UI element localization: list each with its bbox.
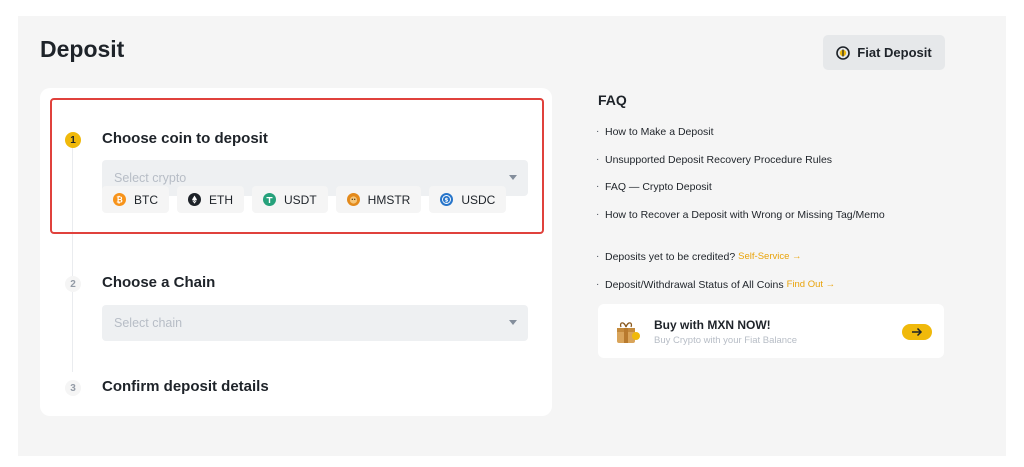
caret-down-icon bbox=[509, 175, 517, 180]
coin-chip-usdt[interactable]: USDT bbox=[252, 186, 328, 213]
bullet-dot: · bbox=[596, 181, 600, 192]
coin-symbol: USDC bbox=[461, 192, 496, 207]
fiat-deposit-label: Fiat Deposit bbox=[857, 45, 932, 60]
bullet-dot: · bbox=[596, 153, 600, 165]
coin-symbol: HMSTR bbox=[367, 192, 411, 207]
faq-item-text: How to Recover a Deposit with Wrong or M… bbox=[605, 208, 885, 221]
deposit-status-links: · Deposits yet to be credited? Self-Serv… bbox=[596, 251, 835, 306]
promo-arrow-button[interactable] bbox=[902, 324, 932, 340]
usdt-icon bbox=[263, 193, 276, 206]
step-number-2: 2 bbox=[65, 276, 81, 292]
coin-quick-select: ₿ BTC ETH USDT HMSTR $ USDC bbox=[102, 186, 507, 213]
bullet-dot: · bbox=[596, 278, 600, 290]
step-number-3: 3 bbox=[65, 380, 81, 396]
usdc-icon: $ bbox=[440, 193, 454, 206]
pending-deposits-row: · Deposits yet to be credited? Self-Serv… bbox=[596, 251, 835, 279]
faq-list: · How to Make a Deposit · Unsupported Depo… bbox=[596, 126, 885, 236]
page-title: Deposit bbox=[40, 36, 125, 62]
fiat-icon bbox=[836, 45, 851, 60]
caret-down-icon bbox=[509, 320, 517, 325]
select-chain-dropdown[interactable]: Select chain bbox=[102, 305, 528, 341]
deposit-page: Deposit Fiat Deposit 1 Choose coin to de… bbox=[18, 16, 1006, 456]
eth-icon bbox=[188, 193, 201, 206]
step-connector bbox=[72, 148, 73, 276]
pending-deposits-text: Deposits yet to be credited? bbox=[605, 251, 736, 263]
select-crypto-placeholder: Select crypto bbox=[114, 171, 187, 185]
step-title-confirm-details: Confirm deposit details bbox=[102, 378, 269, 395]
svg-text:$: $ bbox=[445, 198, 449, 204]
promo-title: Buy with MXN NOW! bbox=[654, 318, 771, 332]
faq-item-text: How to Make a Deposit bbox=[605, 126, 714, 138]
bullet-dot: · bbox=[596, 126, 600, 137]
promo-subtitle: Buy Crypto with your Fiat Balance bbox=[654, 335, 798, 346]
step-connector bbox=[72, 292, 73, 372]
buy-with-mxn-banner[interactable]: Buy with MXN NOW! Buy Crypto with your F… bbox=[598, 304, 944, 358]
step-number-1: 1 bbox=[65, 132, 81, 148]
fiat-deposit-button[interactable]: Fiat Deposit bbox=[823, 35, 945, 70]
coin-chip-eth[interactable]: ETH bbox=[177, 186, 244, 213]
coin-symbol: USDT bbox=[284, 192, 317, 207]
faq-link-how-to-deposit[interactable]: · How to Make a Deposit bbox=[596, 126, 885, 154]
deposit-steps-card: 1 Choose coin to deposit Select crypto ₿… bbox=[40, 88, 552, 416]
faq-link-crypto-deposit[interactable]: · FAQ — Crypto Deposit bbox=[596, 181, 885, 209]
step-title-choose-coin: Choose coin to deposit bbox=[102, 130, 268, 147]
step-title-choose-chain: Choose a Chain bbox=[102, 274, 216, 291]
select-chain-placeholder: Select chain bbox=[114, 316, 183, 330]
faq-title: FAQ bbox=[598, 92, 627, 108]
faq-link-recover-tag-memo[interactable]: · How to Recover a Deposit with Wrong or … bbox=[596, 209, 885, 237]
bullet-dot: · bbox=[596, 208, 600, 220]
btc-icon: ₿ bbox=[113, 193, 126, 206]
coin-status-text: Deposit/Withdrawal Status of All Coins bbox=[605, 278, 784, 291]
gift-wallet-icon bbox=[617, 322, 640, 343]
faq-item-text: Unsupported Deposit Recovery Procedure R… bbox=[605, 153, 833, 166]
find-out-link[interactable]: Find Out → bbox=[787, 279, 836, 290]
svg-text:₿: ₿ bbox=[116, 195, 123, 204]
bullet-dot: · bbox=[596, 251, 600, 262]
coin-status-row: · Deposit/Withdrawal Status of All Coins… bbox=[596, 279, 835, 307]
self-service-link[interactable]: Self-Service → bbox=[738, 251, 801, 262]
coin-chip-hmstr[interactable]: HMSTR bbox=[335, 186, 422, 213]
coin-chip-usdc[interactable]: $ USDC bbox=[429, 186, 507, 213]
faq-item-text: FAQ — Crypto Deposit bbox=[605, 181, 712, 193]
coin-symbol: ETH bbox=[209, 192, 233, 207]
faq-link-unsupported-recovery[interactable]: · Unsupported Deposit Recovery Procedure … bbox=[596, 154, 885, 182]
hmstr-icon bbox=[346, 193, 360, 206]
coin-symbol: BTC bbox=[134, 192, 158, 207]
coin-chip-btc[interactable]: ₿ BTC bbox=[102, 186, 169, 213]
arrow-right-icon bbox=[912, 327, 923, 337]
